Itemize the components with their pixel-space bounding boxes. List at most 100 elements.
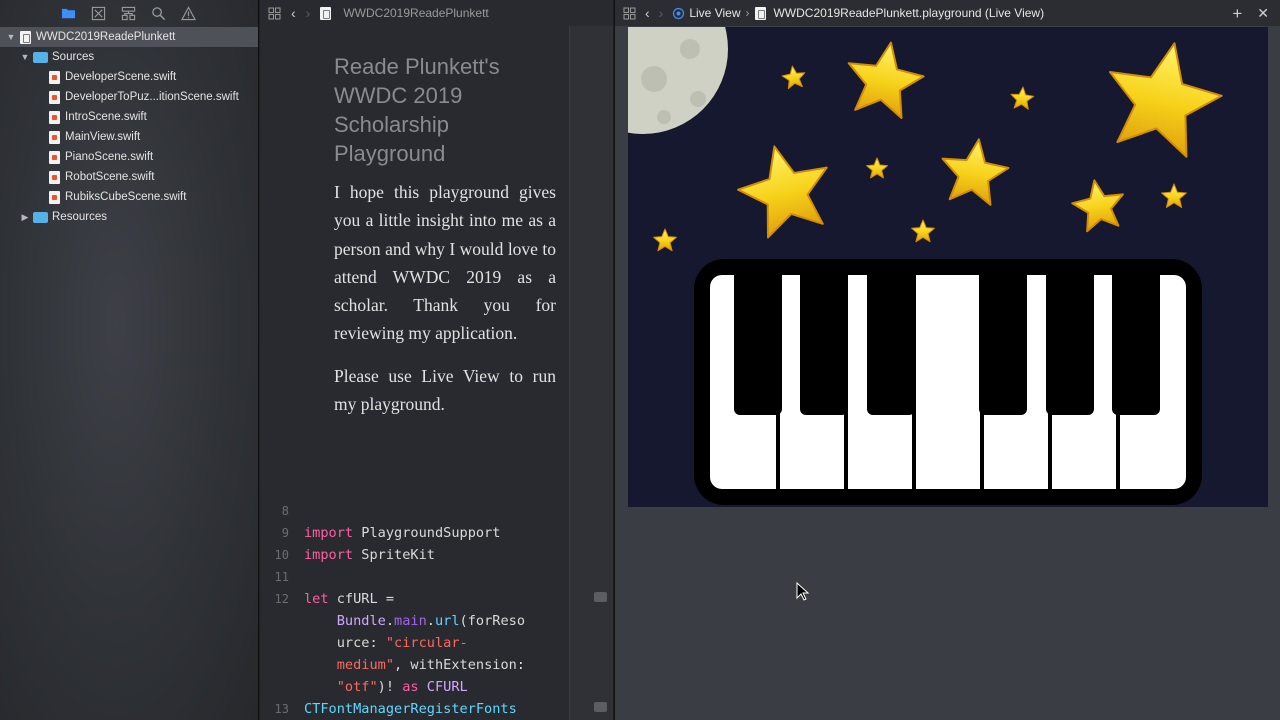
add-editor-icon[interactable]: + (1232, 5, 1242, 22)
back-chevron-icon[interactable]: ‹ (645, 5, 650, 21)
mouse-pointer-icon (796, 581, 810, 607)
disclosure-open-icon[interactable]: ▼ (19, 51, 31, 63)
file-row[interactable]: RubiksCubeScene.swift (0, 187, 258, 207)
find-icon[interactable] (150, 5, 166, 21)
markup-title: Reade Plunkett's WWDC 2019 Scholarship P… (334, 54, 500, 166)
code-line-wrap: Bundle.main.url(forReso (336, 613, 526, 629)
source-editor: ‹ › WWDC2019ReadePlunkett Reade Plunkett… (260, 0, 613, 720)
assistant-jump-bar: ‹ › Live View › WWDC2019ReadePlunkett.pl… (615, 0, 1280, 26)
black-key[interactable] (1046, 267, 1094, 415)
code-line: 8 (260, 500, 569, 522)
live-view[interactable] (628, 27, 1268, 507)
editor-breadcrumb[interactable]: WWDC2019ReadePlunkett (343, 6, 488, 20)
module-name: PlaygroundSupport (361, 525, 501, 541)
star-icon (737, 145, 828, 239)
markup-paragraph: Please use Live View to run my playgroun… (334, 365, 556, 415)
playground-file-icon (755, 6, 767, 20)
folder-icon (33, 51, 48, 63)
sources-folder-row[interactable]: ▼ Sources (0, 47, 258, 67)
forward-chevron-icon[interactable]: › (659, 5, 664, 21)
piano-keyboard[interactable] (694, 259, 1202, 505)
playground-file-icon (320, 6, 332, 20)
code-text: )! (377, 679, 403, 695)
star-icon (1071, 179, 1124, 233)
results-sidebar (569, 26, 613, 720)
file-row[interactable]: RobotScene.swift (0, 167, 258, 187)
file-name: PianoScene.swift (65, 151, 154, 163)
line-number: 10 (274, 548, 289, 562)
type-name: CFURL (426, 679, 468, 695)
assistant-editor: ‹ › Live View › WWDC2019ReadePlunkett.pl… (614, 0, 1280, 720)
keyword: let (304, 591, 329, 607)
project-row[interactable]: ▼ WWDC2019ReadePlunkett (0, 27, 258, 47)
playground-file-icon (20, 30, 31, 44)
disclosure-open-icon[interactable]: ▼ (5, 31, 17, 43)
string-literal: "otf" (336, 679, 378, 695)
black-key[interactable] (734, 267, 782, 415)
back-chevron-icon[interactable]: ‹ (291, 5, 296, 21)
string-literal: medium" (336, 657, 395, 673)
star-icon (1010, 86, 1035, 110)
code-line: 13 CTFontManagerRegisterFonts (260, 698, 569, 720)
result-badge[interactable] (594, 592, 607, 602)
file-name: DeveloperScene.swift (65, 71, 177, 83)
black-key[interactable] (1112, 267, 1160, 415)
disclosure-closed-icon[interactable]: ▶ (19, 211, 31, 223)
file-row[interactable]: DeveloperScene.swift (0, 67, 258, 87)
resources-folder-label: Resources (52, 211, 107, 223)
star-icon (1161, 183, 1187, 208)
black-key[interactable] (979, 267, 1027, 415)
editor-jump-bar: ‹ › WWDC2019ReadePlunkett (260, 0, 613, 26)
white-key[interactable] (916, 275, 980, 489)
forward-chevron-icon[interactable]: › (306, 5, 311, 21)
star-icon (781, 65, 806, 90)
black-key[interactable] (867, 267, 915, 415)
property: main (394, 613, 427, 629)
star-icon (847, 41, 925, 119)
variable-decl: cfURL = (336, 591, 395, 607)
hierarchy-icon[interactable] (120, 5, 136, 21)
close-icon[interactable]: ✕ (1257, 5, 1269, 22)
black-key[interactable] (800, 267, 848, 415)
code-area[interactable]: 8 9 import PlaygroundSupport 10 import S… (260, 500, 569, 720)
file-name: RobotScene.swift (65, 171, 155, 183)
folder-icon (33, 211, 48, 223)
line-number: 12 (274, 592, 289, 606)
assistant-mode[interactable]: Live View (689, 6, 740, 20)
resources-folder-row[interactable]: ▶ Resources (0, 207, 258, 227)
moon-icon (628, 27, 728, 134)
file-row[interactable]: IntroScene.swift (0, 107, 258, 127)
warning-icon[interactable] (180, 5, 196, 21)
related-items-icon[interactable] (268, 7, 281, 20)
star-icon (866, 157, 888, 179)
code-line: 12 let cfURL = (260, 588, 569, 610)
file-name: MainView.swift (65, 131, 141, 143)
stars-group (653, 41, 1223, 252)
star-icon (941, 138, 1010, 206)
swift-file-icon (49, 90, 60, 104)
file-row[interactable]: DeveloperToPuz...itionScene.swift (0, 87, 258, 107)
project-navigator: ▼ WWDC2019ReadePlunkett ▼ Sources Develo… (0, 0, 259, 720)
swift-file-icon (49, 170, 60, 184)
code-line-wrap: "otf")! as CFURL (260, 676, 569, 698)
source-control-icon[interactable] (90, 5, 106, 21)
folder-icon[interactable] (60, 5, 76, 21)
code-line: 10 import SpriteKit (260, 544, 569, 566)
file-name: RubiksCubeScene.swift (65, 191, 187, 203)
swift-file-icon (49, 150, 60, 164)
result-badge[interactable] (594, 702, 607, 712)
markup-paragraph: I hope this playground gives you a littl… (334, 182, 556, 344)
keyword: import (304, 525, 354, 541)
related-items-icon[interactable] (623, 7, 636, 20)
function-call: CTFontManagerRegisterFonts (304, 701, 517, 717)
line-number: 11 (274, 570, 289, 584)
star-icon (911, 219, 935, 243)
file-row[interactable]: MainView.swift (0, 127, 258, 147)
file-row[interactable]: PianoScene.swift (0, 147, 258, 167)
assistant-file[interactable]: WWDC2019ReadePlunkett.playground (Live V… (773, 6, 1044, 20)
code-text: , withExtension: (394, 657, 525, 673)
breadcrumb-chevron-icon: › (745, 6, 750, 20)
keyword: import (304, 547, 354, 563)
code-text: urce: (336, 635, 386, 651)
swift-file-icon (49, 110, 60, 124)
